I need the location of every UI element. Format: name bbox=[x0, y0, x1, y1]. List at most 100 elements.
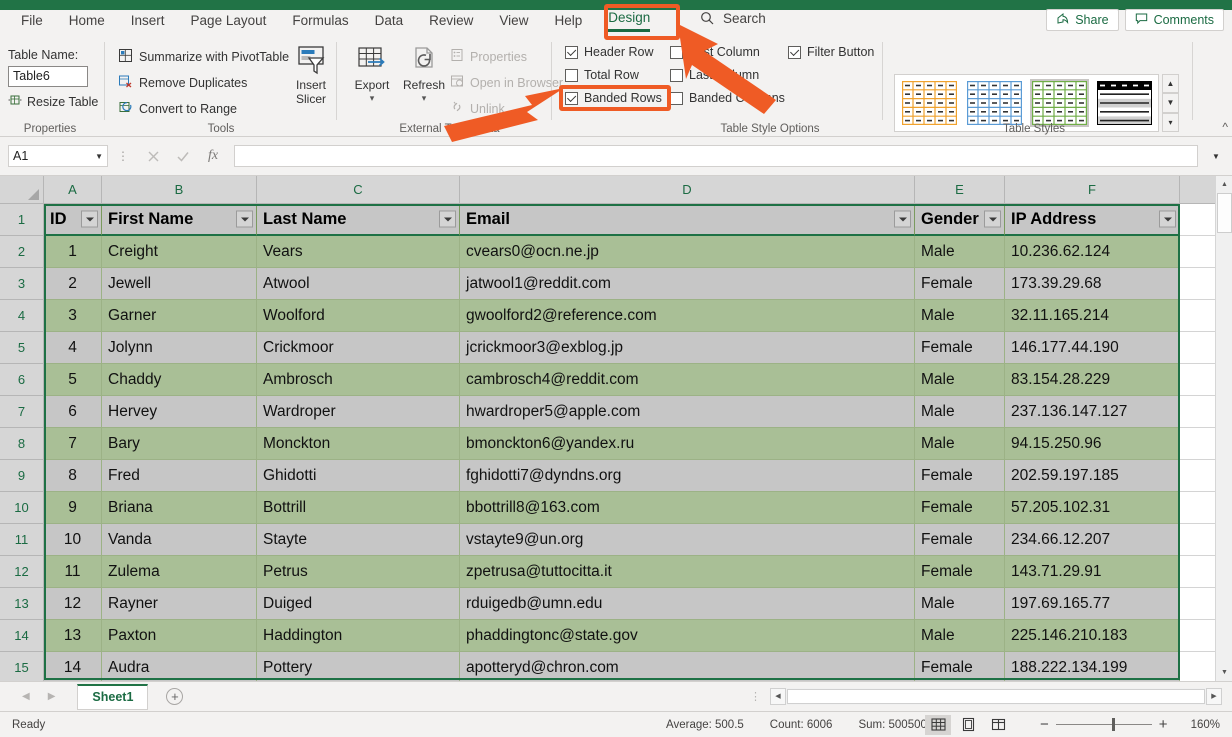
table-cell[interactable]: Pottery bbox=[257, 652, 460, 681]
summarize-with-pivottable-button[interactable]: Summarize with PivotTable bbox=[118, 48, 289, 66]
checkbox-banded-rows[interactable]: Banded Rows bbox=[565, 91, 662, 105]
table-cell[interactable]: Monckton bbox=[257, 428, 460, 460]
table-cell[interactable]: 12 bbox=[44, 588, 102, 620]
resize-table-button[interactable]: Resize Table bbox=[8, 93, 98, 110]
table-header-cell[interactable]: ID bbox=[44, 204, 102, 236]
table-cell[interactable]: Female bbox=[915, 460, 1005, 492]
name-box[interactable]: A1 ▼ bbox=[8, 145, 108, 167]
table-cell[interactable]: 234.66.12.207 bbox=[1005, 524, 1180, 556]
row-header[interactable]: 2 bbox=[0, 236, 44, 268]
row-header[interactable]: 7 bbox=[0, 396, 44, 428]
expand-formula-bar-button[interactable]: ▼ bbox=[1208, 145, 1224, 167]
row-header[interactable]: 6 bbox=[0, 364, 44, 396]
page-layout-view-button[interactable] bbox=[955, 715, 981, 735]
next-sheet-button[interactable]: ▶ bbox=[48, 691, 56, 702]
normal-view-button[interactable] bbox=[925, 714, 951, 735]
table-cell[interactable]: Ghidotti bbox=[257, 460, 460, 492]
gallery-scroll-down-button[interactable]: ▼ bbox=[1162, 93, 1179, 113]
convert-to-range-button[interactable]: Convert to Range bbox=[118, 100, 237, 118]
zoom-slider[interactable] bbox=[1055, 718, 1152, 731]
previous-sheet-button[interactable]: ◀ bbox=[22, 691, 30, 702]
checkbox-filter-button[interactable]: Filter Button bbox=[788, 45, 874, 59]
filter-dropdown-icon[interactable] bbox=[894, 210, 911, 228]
table-cell[interactable]: bmonckton6@yandex.ru bbox=[460, 428, 915, 460]
table-cell[interactable]: Male bbox=[915, 396, 1005, 428]
table-cell[interactable]: Rayner bbox=[102, 588, 257, 620]
row-header[interactable]: 14 bbox=[0, 620, 44, 652]
table-cell[interactable]: Wardroper bbox=[257, 396, 460, 428]
table-cell[interactable]: Crickmoor bbox=[257, 332, 460, 364]
table-header-cell[interactable]: Last Name bbox=[257, 204, 460, 236]
total-row-checkbox-icon[interactable] bbox=[565, 68, 578, 82]
table-cell[interactable]: Male bbox=[915, 364, 1005, 396]
row-header[interactable]: 11 bbox=[0, 524, 44, 556]
checkbox-header-row[interactable]: Header Row bbox=[565, 45, 653, 59]
table-cell[interactable]: Female bbox=[915, 268, 1005, 300]
table-cell[interactable]: 1 bbox=[44, 236, 102, 268]
table-cell[interactable]: Female bbox=[915, 556, 1005, 588]
row-header[interactable]: 5 bbox=[0, 332, 44, 364]
table-cell[interactable]: Stayte bbox=[257, 524, 460, 556]
filter-dropdown-icon[interactable] bbox=[984, 210, 1001, 228]
table-cell[interactable]: 10.236.62.124 bbox=[1005, 236, 1180, 268]
scroll-right-button[interactable]: ▶ bbox=[1206, 687, 1222, 705]
gallery-scroll-up-button[interactable]: ▲ bbox=[1162, 74, 1179, 94]
tab-review[interactable]: Review bbox=[416, 9, 486, 34]
scroll-left-button[interactable]: ◀ bbox=[770, 687, 786, 705]
table-cell[interactable]: gwoolford2@reference.com bbox=[460, 300, 915, 332]
table-cell[interactable]: rduigedb@umn.edu bbox=[460, 588, 915, 620]
last-column-checkbox-icon[interactable] bbox=[670, 68, 683, 82]
row-header[interactable]: 8 bbox=[0, 428, 44, 460]
table-cell[interactable]: Fred bbox=[102, 460, 257, 492]
table-cell[interactable]: Vanda bbox=[102, 524, 257, 556]
table-cell[interactable]: Female bbox=[915, 332, 1005, 364]
formula-input[interactable] bbox=[234, 145, 1198, 167]
table-cell[interactable]: Male bbox=[915, 236, 1005, 268]
table-cell[interactable]: Garner bbox=[102, 300, 257, 332]
table-cell[interactable]: Petrus bbox=[257, 556, 460, 588]
column-header-f[interactable]: F bbox=[1005, 176, 1180, 204]
table-cell[interactable]: Creight bbox=[102, 236, 257, 268]
table-cell[interactable]: Jolynn bbox=[102, 332, 257, 364]
table-cell[interactable]: 3 bbox=[44, 300, 102, 332]
column-header-e[interactable]: E bbox=[915, 176, 1005, 204]
table-style-swatch-orange[interactable] bbox=[900, 79, 959, 127]
table-cell[interactable]: 8 bbox=[44, 460, 102, 492]
select-all-corner[interactable] bbox=[0, 176, 44, 204]
table-cell[interactable]: Vears bbox=[257, 236, 460, 268]
table-cell[interactable]: 13 bbox=[44, 620, 102, 652]
vertical-scrollbar[interactable]: ▲ ▼ bbox=[1215, 176, 1232, 681]
table-cell[interactable]: Audra bbox=[102, 652, 257, 681]
table-cell[interactable]: 32.11.165.214 bbox=[1005, 300, 1180, 332]
table-cell[interactable]: bbottrill8@163.com bbox=[460, 492, 915, 524]
table-cell[interactable]: 6 bbox=[44, 396, 102, 428]
comments-button[interactable]: Comments bbox=[1124, 9, 1224, 31]
insert-slicer-button[interactable]: Insert Slicer bbox=[285, 42, 337, 106]
refresh-chevron-down-icon[interactable]: ▾ bbox=[398, 93, 450, 102]
table-cell[interactable]: 143.71.29.91 bbox=[1005, 556, 1180, 588]
table-cell[interactable]: 5 bbox=[44, 364, 102, 396]
table-cell[interactable]: Briana bbox=[102, 492, 257, 524]
table-cell[interactable]: fghidotti7@dyndns.org bbox=[460, 460, 915, 492]
column-header-c[interactable]: C bbox=[257, 176, 460, 204]
tab-data[interactable]: Data bbox=[362, 9, 417, 34]
table-cell[interactable]: Duiged bbox=[257, 588, 460, 620]
filter-dropdown-icon[interactable] bbox=[236, 210, 253, 228]
table-cell[interactable]: Woolford bbox=[257, 300, 460, 332]
share-button[interactable]: Share bbox=[1046, 9, 1119, 31]
table-cell[interactable]: zpetrusa@tuttocitta.it bbox=[460, 556, 915, 588]
tab-file[interactable]: File bbox=[8, 9, 56, 34]
zoom-slider-thumb[interactable] bbox=[1111, 718, 1115, 731]
table-header-cell[interactable]: Gender bbox=[915, 204, 1005, 236]
table-cell[interactable]: Atwool bbox=[257, 268, 460, 300]
table-cell[interactable]: 146.177.44.190 bbox=[1005, 332, 1180, 364]
table-cell[interactable]: Male bbox=[915, 300, 1005, 332]
insert-function-button[interactable]: fx bbox=[198, 145, 228, 167]
first-column-checkbox-icon[interactable] bbox=[670, 45, 683, 59]
table-cell[interactable]: apotteryd@chron.com bbox=[460, 652, 915, 681]
table-cell[interactable]: Male bbox=[915, 588, 1005, 620]
page-break-preview-button[interactable] bbox=[985, 715, 1011, 735]
row-header[interactable]: 1 bbox=[0, 204, 44, 236]
tab-design[interactable]: Design bbox=[595, 6, 663, 36]
row-header[interactable]: 9 bbox=[0, 460, 44, 492]
